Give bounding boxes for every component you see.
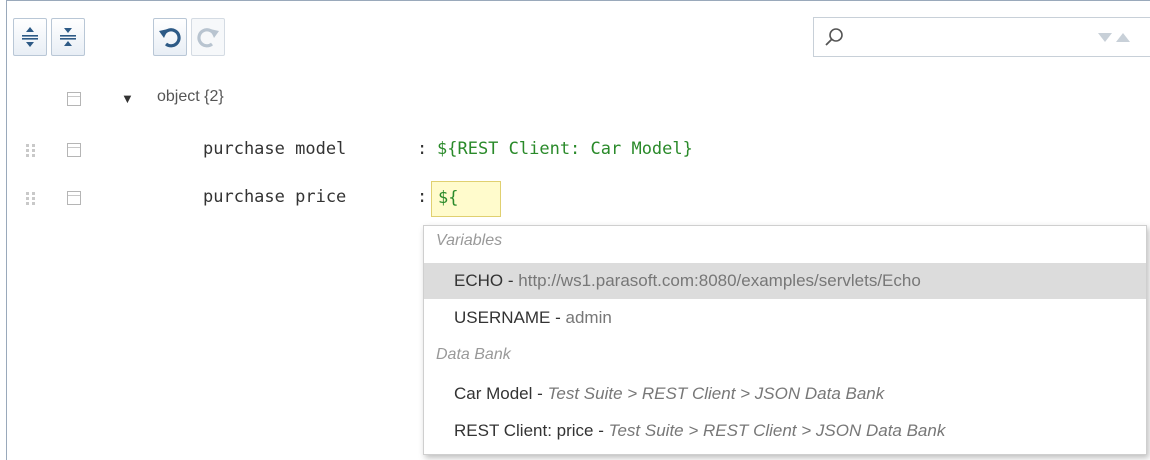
field-key[interactable]: purchase price bbox=[203, 187, 346, 207]
suggestion-name: REST Client: price bbox=[454, 421, 594, 440]
drag-handle-icon[interactable] bbox=[25, 143, 37, 159]
collapse-all-button[interactable] bbox=[51, 18, 85, 56]
collapse-all-icon bbox=[60, 28, 76, 46]
suggestion-text: ECHO - http://ws1.parasoft.com:8080/exam… bbox=[454, 271, 921, 291]
suggestion-item-echo[interactable]: ECHO - http://ws1.parasoft.com:8080/exam… bbox=[424, 263, 1146, 299]
search-input[interactable] bbox=[856, 26, 1080, 50]
suggestion-item-rest-client-price[interactable]: REST Client: price - Test Suite > REST C… bbox=[424, 413, 1146, 449]
key-value-separator: : bbox=[417, 187, 428, 207]
suggestion-text: Car Model - Test Suite > REST Client > J… bbox=[454, 384, 884, 404]
search-prev-next-icon[interactable] bbox=[1096, 32, 1140, 44]
row-checkbox[interactable] bbox=[67, 92, 81, 106]
suggestion-separator: - bbox=[598, 421, 604, 440]
suggestion-text: REST Client: price - Test Suite > REST C… bbox=[454, 421, 945, 441]
tree-row-purchase-price[interactable]: purchase price : bbox=[7, 178, 1150, 218]
suggestion-item-car-model[interactable]: Car Model - Test Suite > REST Client > J… bbox=[424, 376, 1146, 412]
suggestion-detail: Test Suite > REST Client > JSON Data Ban… bbox=[547, 384, 885, 403]
suggestion-item-username[interactable]: USERNAME - admin bbox=[424, 300, 1146, 336]
root-object-label: object {2} bbox=[157, 88, 224, 106]
drag-handle-icon[interactable] bbox=[25, 191, 37, 207]
suggestion-separator: - bbox=[507, 271, 514, 290]
autocomplete-dropdown: Variables ECHO - http://ws1.parasoft.com… bbox=[423, 225, 1147, 455]
suggestion-name: USERNAME bbox=[454, 308, 551, 327]
undo-icon bbox=[159, 28, 181, 48]
section-header-data-bank: Data Bank bbox=[436, 346, 511, 363]
suggestion-detail: admin bbox=[565, 308, 612, 327]
root-count: {2} bbox=[204, 88, 224, 105]
suggestion-name: ECHO bbox=[454, 271, 504, 290]
undo-button[interactable] bbox=[153, 18, 187, 56]
value-edit-input[interactable]: ${ bbox=[431, 181, 501, 217]
search-icon bbox=[825, 28, 843, 46]
suggestion-separator: - bbox=[555, 308, 561, 327]
expand-all-button[interactable] bbox=[13, 18, 47, 56]
redo-button[interactable] bbox=[191, 18, 225, 56]
toolbar bbox=[7, 1, 1150, 73]
key-value-separator: : bbox=[417, 139, 428, 159]
collapse-triangle-icon[interactable]: ▼ bbox=[121, 91, 134, 106]
suggestion-detail: Test Suite > REST Client > JSON Data Ban… bbox=[608, 421, 946, 440]
json-editor-panel: ▼ object {2} purchase model : ${REST Cli… bbox=[6, 0, 1150, 460]
root-type: object bbox=[157, 88, 200, 105]
tree-row-purchase-model[interactable]: purchase model : ${REST Client: Car Mode… bbox=[7, 130, 1150, 170]
field-key[interactable]: purchase model bbox=[203, 139, 346, 159]
row-checkbox[interactable] bbox=[67, 143, 81, 157]
suggestion-detail: http://ws1.parasoft.com:8080/examples/se… bbox=[518, 271, 921, 290]
field-value[interactable]: ${REST Client: Car Model} bbox=[437, 139, 693, 159]
tree-root-row[interactable]: ▼ object {2} bbox=[7, 79, 1150, 119]
suggestion-separator: - bbox=[537, 384, 543, 403]
suggestion-name: Car Model bbox=[454, 384, 533, 403]
search-field[interactable] bbox=[813, 17, 1150, 57]
row-checkbox[interactable] bbox=[67, 191, 81, 205]
redo-icon bbox=[197, 28, 219, 48]
expand-all-icon bbox=[22, 27, 38, 47]
section-header-variables: Variables bbox=[436, 232, 503, 249]
suggestion-text: USERNAME - admin bbox=[454, 308, 612, 328]
